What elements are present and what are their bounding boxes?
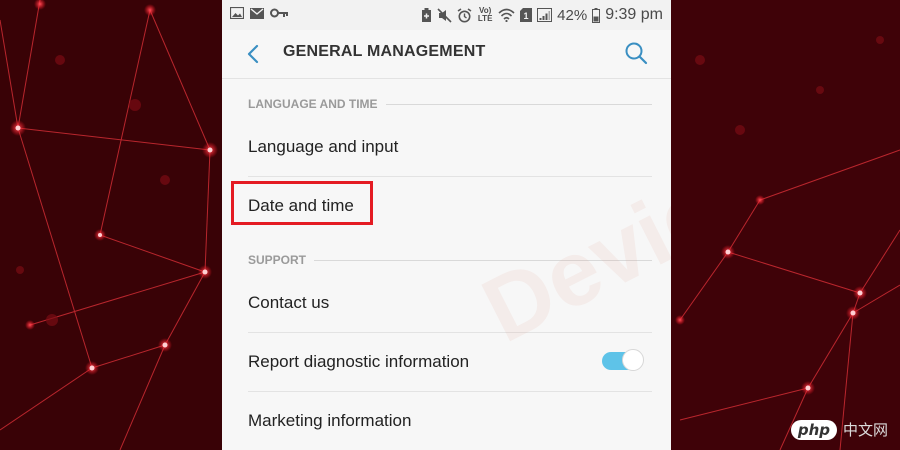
menu-item-label: Language and input — [248, 137, 399, 156]
image-icon — [230, 7, 244, 19]
highlight-box — [231, 181, 373, 225]
signal-icon — [537, 8, 553, 22]
status-bar: Vo) LTE 1 42% 9:39 pm — [222, 0, 671, 30]
page-title: GENERAL MANAGEMENT — [283, 43, 486, 60]
key-icon — [270, 8, 288, 18]
php-logo: php — [790, 419, 837, 440]
app-header: GENERAL MANAGEMENT — [222, 30, 671, 79]
menu-item-label: Contact us — [248, 293, 330, 312]
section-header-language-and-time: LANGUAGE AND TIME — [248, 97, 652, 111]
item-divider — [248, 332, 652, 333]
item-divider — [248, 176, 652, 177]
sim-1-icon: 1 — [520, 8, 533, 22]
back-arrow-icon[interactable] — [240, 40, 268, 68]
menu-item-language-and-input[interactable]: Language and input — [222, 119, 671, 177]
email-icon — [250, 7, 264, 19]
status-time: 9:39 pm — [605, 6, 663, 23]
php-watermark-text: 中文网 — [842, 422, 888, 439]
report-diagnostic-toggle[interactable] — [602, 348, 644, 374]
mute-icon — [437, 7, 452, 23]
battery-percent: 42% — [557, 6, 588, 24]
section-divider-line — [385, 103, 652, 105]
php-watermark: php 中文网 — [790, 419, 888, 440]
battery-saver-icon — [422, 7, 432, 22]
item-divider — [248, 391, 652, 392]
menu-item-label: Marketing information — [248, 411, 412, 430]
battery-icon — [592, 7, 601, 23]
volte-lte-label: Vo) LTE — [477, 6, 493, 23]
menu-item-contact-us[interactable]: Contact us — [222, 275, 671, 333]
toggle-knob — [622, 349, 644, 371]
menu-item-label: Report diagnostic information — [248, 352, 470, 371]
search-icon[interactable] — [623, 40, 649, 66]
phone-screen: Vo) LTE 1 42% 9:39 pm GENERAL MANAGEMENT… — [222, 0, 671, 450]
wifi-icon — [498, 8, 515, 22]
alarm-icon — [457, 7, 472, 22]
section-header-support: SUPPORT — [248, 253, 652, 267]
section-divider-line — [314, 259, 652, 261]
svg-text:1: 1 — [524, 11, 529, 21]
menu-item-marketing-information[interactable]: Marketing information — [222, 393, 671, 450]
